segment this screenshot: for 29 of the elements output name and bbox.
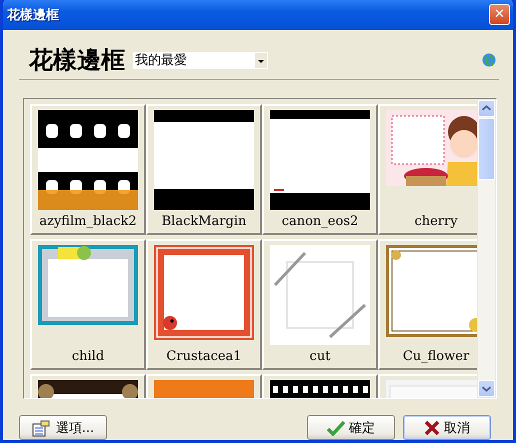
frame-name: Cu_flower xyxy=(402,348,470,364)
frame-name: child xyxy=(72,348,104,364)
frame-name: BlackMargin xyxy=(162,214,246,229)
frame-tile[interactable]: cherry xyxy=(378,104,477,235)
ok-button[interactable]: 確定 xyxy=(307,415,395,440)
window-title: 花樣邊框 xyxy=(7,6,60,24)
scroll-down-button[interactable] xyxy=(478,380,495,398)
frame-name: cherry xyxy=(414,214,458,229)
frame-tile[interactable]: Crustacea1 xyxy=(146,238,262,370)
category-dropdown[interactable]: 我的最愛 xyxy=(133,52,268,69)
frame-name: cut xyxy=(310,348,330,364)
options-button[interactable]: 選項... xyxy=(19,415,107,440)
frame-tile[interactable]: azyfilm_black2 xyxy=(30,104,146,235)
frame-tile[interactable]: cut xyxy=(262,238,378,370)
frame-name: azyfilm_black2 xyxy=(39,214,137,229)
frame-tile[interactable]: canon_eos2 xyxy=(262,104,378,235)
options-icon xyxy=(32,418,52,437)
scroll-thumb[interactable] xyxy=(478,118,495,180)
dialog-heading: 花樣邊框 xyxy=(29,44,126,76)
frame-tile[interactable]: BlackMargin xyxy=(146,104,262,235)
scroll-up-button[interactable] xyxy=(478,100,495,117)
globe-icon[interactable] xyxy=(482,53,496,68)
check-icon xyxy=(327,420,345,436)
close-icon xyxy=(424,420,440,436)
cancel-button[interactable]: 取消 xyxy=(403,415,491,440)
frame-tile[interactable]: Cu_flower xyxy=(378,238,477,370)
frame-name: Crustacea1 xyxy=(166,348,242,364)
frame-tile[interactable]: child xyxy=(30,238,146,370)
frame-name: canon_eos2 xyxy=(282,214,358,229)
